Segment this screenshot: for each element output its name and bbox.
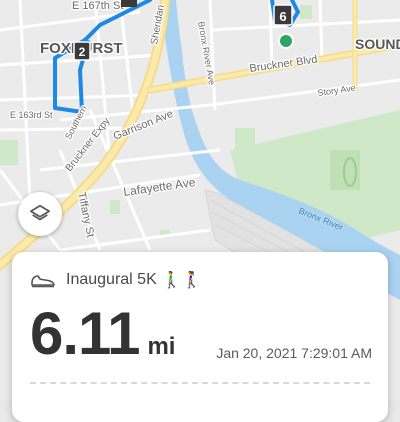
activity-name: Inaugural 5K (66, 271, 157, 288)
activity-header: Inaugural 5K 🚶‍♂️🚶‍♀️ (30, 270, 202, 290)
layers-button[interactable] (18, 192, 62, 236)
route-marker-2[interactable]: 2 (73, 41, 91, 61)
route-marker-6[interactable]: 6 (273, 4, 293, 26)
route-top-marker (121, 0, 137, 7)
shoe-icon (31, 275, 55, 288)
card-divider (30, 382, 370, 384)
street-label-e-163rd: E 163rd St (10, 110, 53, 120)
distance-unit: mi (147, 333, 176, 360)
layers-icon (30, 204, 50, 221)
street-label-e-167th: E 167th St (72, 0, 123, 12)
activity-emoji: 🚶‍♂️🚶‍♀️ (161, 272, 202, 289)
neighborhood-label-sound: SOUND (355, 36, 400, 52)
activity-datetime: Jan 20, 2021 7:29:01 AM (216, 345, 372, 361)
route-marker-6-label: 6 (279, 9, 286, 24)
current-location-inner (280, 35, 292, 47)
distance-display: 6.11 mi (30, 304, 175, 364)
distance-value: 6.11 (30, 300, 140, 367)
route-marker-2-label: 2 (79, 45, 86, 59)
activity-summary-card[interactable]: Inaugural 5K 🚶‍♂️🚶‍♀️ 6.11 mi Jan 20, 20… (12, 252, 388, 422)
